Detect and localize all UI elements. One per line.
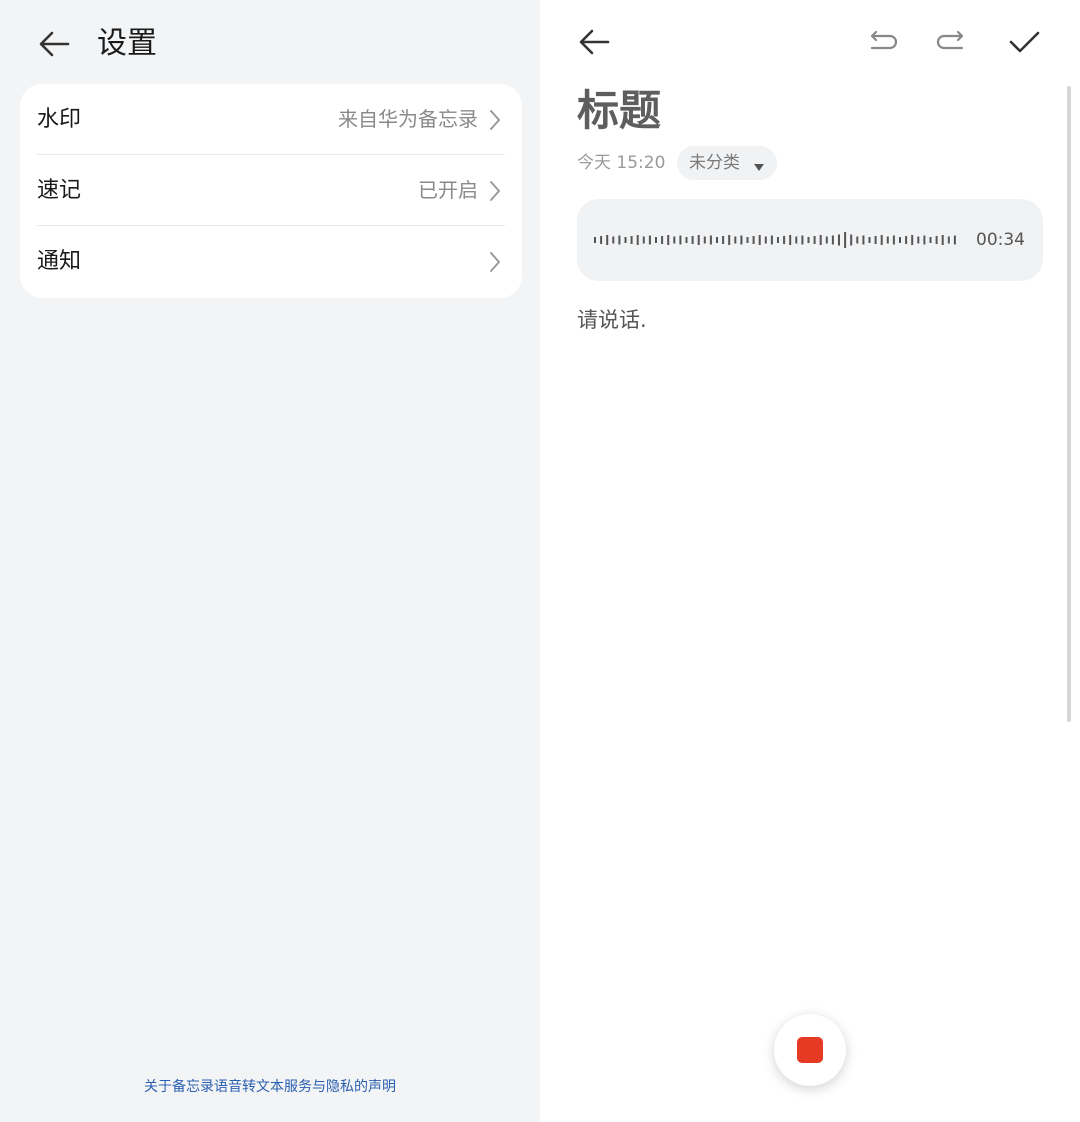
waveform-tick xyxy=(868,237,871,243)
category-label: 未分类 xyxy=(689,153,740,173)
waveform-tick xyxy=(746,237,749,243)
arrow-left-icon[interactable] xyxy=(34,24,74,64)
waveform-tick xyxy=(831,235,834,245)
note-timestamp: 今天 15:20 xyxy=(577,153,666,173)
audio-recording-card[interactable]: 00:34 xyxy=(577,199,1043,281)
waveform-tick xyxy=(899,237,901,243)
waveform-tick xyxy=(679,235,682,245)
waveform-tick xyxy=(941,235,944,245)
waveform-tick xyxy=(691,236,694,244)
waveform-tick xyxy=(905,236,908,244)
waveform-tick xyxy=(661,236,664,244)
waveform-tick xyxy=(709,235,712,245)
waveform-tick xyxy=(838,234,840,246)
redo-icon[interactable] xyxy=(932,22,972,62)
waveform-tick xyxy=(923,235,926,245)
waveform-tick xyxy=(758,235,761,245)
waveform-tick xyxy=(807,237,810,243)
waveform-tick xyxy=(636,235,639,245)
waveform-tick xyxy=(874,236,877,244)
waveform-tick xyxy=(703,236,706,244)
settings-header: 设置 xyxy=(0,0,540,86)
settings-card: 水印 来自华为备忘录 速记 已开启 通知 xyxy=(20,84,522,298)
waveform-tick xyxy=(716,237,718,243)
waveform-tick xyxy=(764,236,767,244)
settings-panel: 设置 水印 来自华为备忘录 速记 已开启 通知 关于备忘录语音转文本服务与隐私的… xyxy=(0,0,540,1122)
waveform-tick xyxy=(886,236,889,244)
waveform-tick xyxy=(947,236,950,244)
waveform-tick xyxy=(935,236,938,244)
waveform-tick xyxy=(600,236,603,244)
waveform-tick xyxy=(880,235,883,245)
note-body-text[interactable]: 请说话. xyxy=(577,305,647,335)
waveform-tick xyxy=(795,236,798,244)
waveform-tick xyxy=(770,235,773,245)
waveform-tick xyxy=(825,236,828,244)
settings-row-label: 通知 xyxy=(37,249,82,274)
waveform-tick xyxy=(917,236,920,244)
waveform-tick xyxy=(783,236,786,244)
waveform-tick xyxy=(740,235,743,245)
chevron-right-icon xyxy=(488,179,502,203)
page-title: 设置 xyxy=(97,26,157,61)
waveform-tick xyxy=(850,234,853,246)
stop-icon xyxy=(797,1037,823,1063)
waveform-tick xyxy=(685,237,688,243)
waveform-tick xyxy=(594,237,596,243)
category-dropdown[interactable]: 未分类 xyxy=(677,146,777,180)
settings-row-quick-note[interactable]: 速记 已开启 xyxy=(20,155,522,226)
waveform-tick xyxy=(819,235,822,245)
note-editor-panel: 标题 今天 15:20 未分类 00:34 请说话. xyxy=(540,0,1080,1122)
waveform-tick xyxy=(612,236,615,244)
waveform-tick xyxy=(844,232,847,248)
note-title[interactable]: 标题 xyxy=(577,82,661,140)
waveform-tick xyxy=(734,236,737,244)
waveform-tick xyxy=(789,235,792,245)
waveform-tick xyxy=(777,237,779,243)
chevron-right-icon xyxy=(488,108,502,132)
waveform-tick xyxy=(862,235,865,245)
settings-row-value: 来自华为备忘录 xyxy=(338,107,478,131)
waveform-tick xyxy=(630,236,633,244)
waveform-tick xyxy=(722,236,725,244)
waveform-tick xyxy=(813,236,816,244)
scrollbar[interactable] xyxy=(1067,86,1071,722)
waveform-tick xyxy=(606,235,609,245)
waveform-tick xyxy=(801,235,804,245)
undo-icon[interactable] xyxy=(862,22,902,62)
caret-down-icon xyxy=(753,158,765,171)
settings-row-label: 速记 xyxy=(37,178,82,203)
waveform-tick xyxy=(953,235,956,245)
checkmark-icon[interactable] xyxy=(1004,22,1044,62)
settings-row-watermark[interactable]: 水印 来自华为备忘录 xyxy=(20,84,522,155)
audio-duration: 00:34 xyxy=(976,230,1025,250)
settings-row-label: 水印 xyxy=(37,107,82,132)
waveform-tick xyxy=(752,236,755,244)
waveform-tick xyxy=(697,235,700,245)
privacy-statement-link[interactable]: 关于备忘录语音转文本服务与隐私的声明 xyxy=(0,1076,540,1098)
settings-row-notification[interactable]: 通知 xyxy=(20,226,522,297)
chevron-right-icon xyxy=(488,250,502,274)
waveform-tick xyxy=(642,236,645,244)
stop-recording-button[interactable] xyxy=(774,1014,846,1086)
waveform-tick xyxy=(892,235,895,245)
waveform-tick xyxy=(673,236,676,244)
waveform-tick xyxy=(911,235,914,245)
waveform-tick xyxy=(624,237,627,243)
settings-row-value: 已开启 xyxy=(418,178,478,202)
arrow-left-icon[interactable] xyxy=(574,22,614,62)
waveform-tick xyxy=(618,235,621,245)
waveform-tick xyxy=(655,237,657,243)
waveform-tick xyxy=(667,235,670,245)
waveform-tick xyxy=(929,237,932,243)
waveform-tick xyxy=(728,235,731,245)
waveform-tick xyxy=(648,235,651,245)
waveform-icon xyxy=(594,232,956,248)
waveform-tick xyxy=(856,236,859,244)
